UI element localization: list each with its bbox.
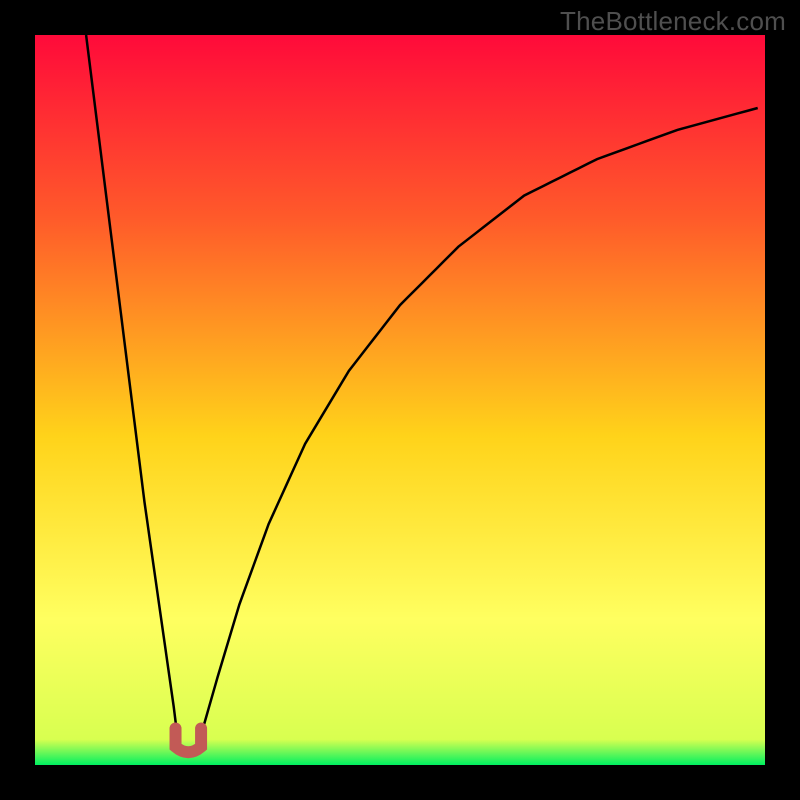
gradient-background: [35, 35, 765, 765]
plot-area: [35, 35, 765, 765]
watermark-text: TheBottleneck.com: [560, 6, 786, 37]
chart-frame: TheBottleneck.com: [0, 0, 800, 800]
chart-svg: [35, 35, 765, 765]
